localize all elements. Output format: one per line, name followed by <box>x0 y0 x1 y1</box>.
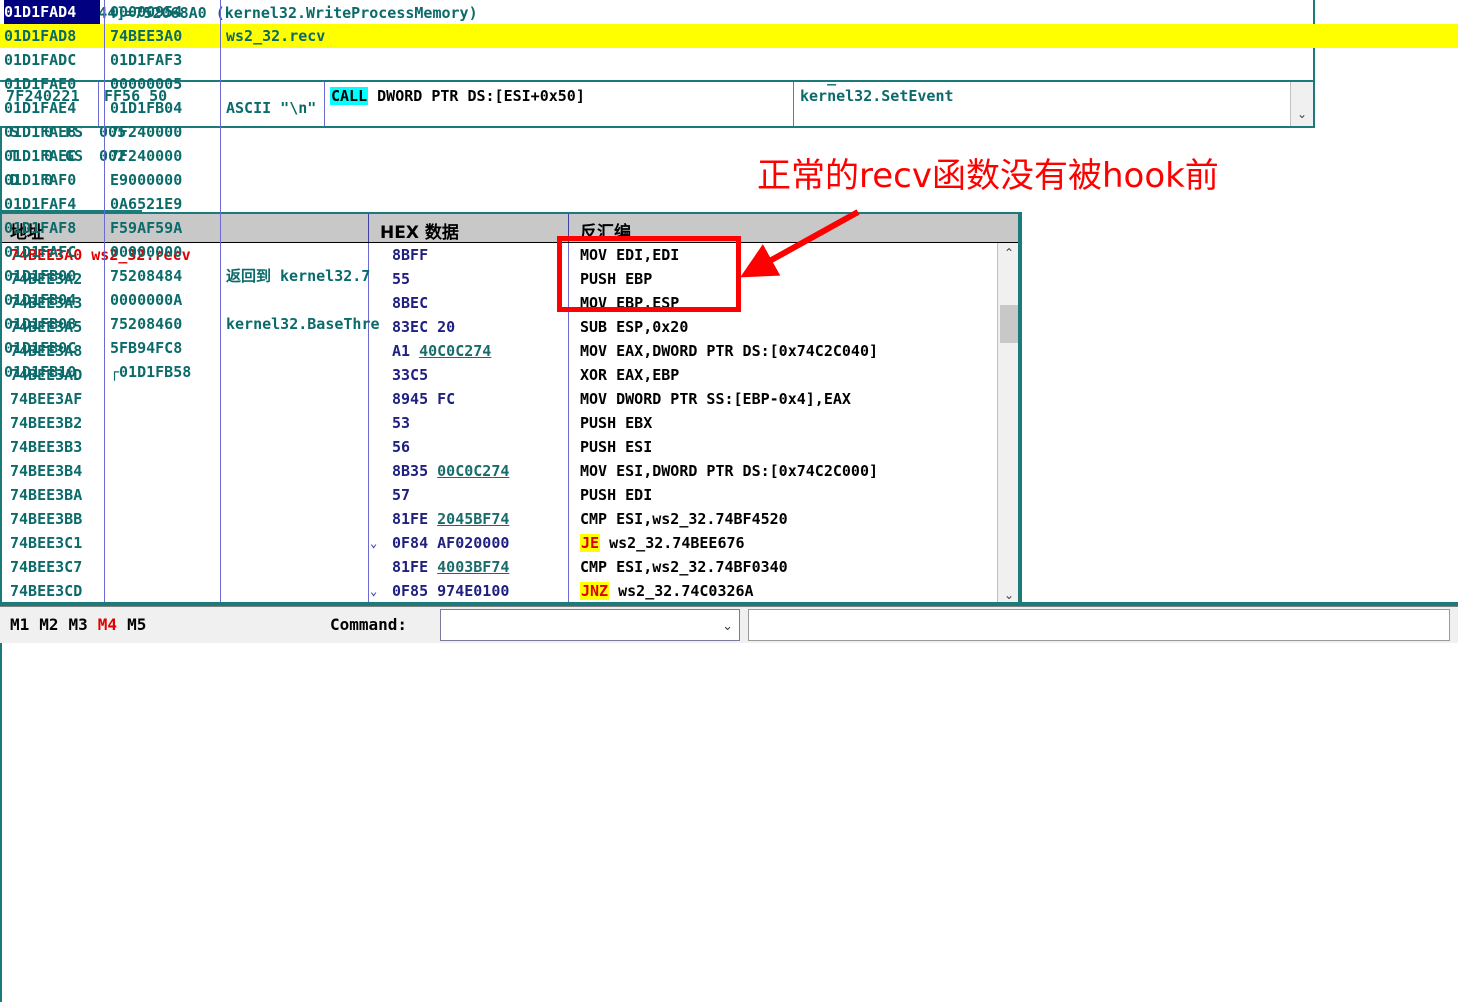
memory-slot-m4[interactable]: M4 <box>98 615 117 634</box>
memory-slot-m3[interactable]: M3 <box>69 615 88 634</box>
pane-divider-vertical <box>1018 212 1022 606</box>
annotation-highlight-box <box>557 236 741 312</box>
annotation-text: 正常的recv函数没有被hook前 <box>757 156 1219 196</box>
chevron-down-icon[interactable]: ⌄ <box>722 619 733 634</box>
command-input[interactable]: ⌄ <box>440 609 740 641</box>
memory-slot-m5[interactable]: M5 <box>127 615 146 634</box>
status-message-field <box>748 609 1450 641</box>
memory-slot-m2[interactable]: M2 <box>39 615 58 634</box>
command-label: Command: <box>330 615 408 634</box>
annotation-arrow <box>740 209 860 278</box>
memory-slot-m1[interactable]: M1 <box>10 615 29 634</box>
memory-slot-group[interactable]: M1 M2 M3 M4 M5 <box>10 615 156 634</box>
bottom-status-bar[interactable]: M1 M2 M3 M4 M5 Command: ⌄ <box>0 606 1458 643</box>
stack-pane[interactable]: 01D1FAD4 00000954 01D1FAD8 74BEE3A0 ws2_32.r… <box>0 0 1458 1002</box>
